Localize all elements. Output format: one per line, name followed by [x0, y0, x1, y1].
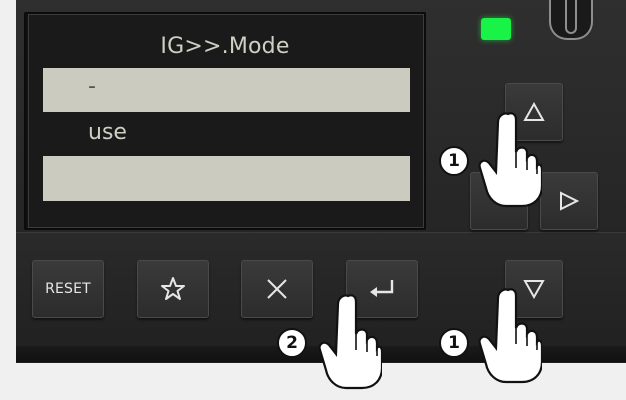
lcd-title: IG>>.Mode	[160, 34, 290, 59]
connector-knob-inner	[565, 0, 577, 34]
step-badge-up: 1	[439, 146, 469, 176]
pointing-hand-icon	[478, 288, 542, 384]
cancel-button[interactable]	[241, 260, 313, 318]
right-button[interactable]	[540, 172, 598, 230]
pointing-hand-icon	[478, 112, 542, 208]
triangle-right-icon	[560, 191, 580, 211]
status-led	[481, 18, 511, 40]
lcd-empty-row	[43, 156, 410, 201]
pointing-hand-icon	[318, 294, 382, 390]
favorite-button[interactable]	[137, 260, 209, 318]
close-icon	[267, 279, 287, 299]
option-use[interactable]: use	[88, 120, 127, 145]
step-badge-down: 1	[439, 328, 469, 358]
lcd-selected-row	[43, 68, 410, 112]
reset-label: RESET	[45, 281, 91, 297]
option-dash[interactable]: -	[88, 74, 96, 99]
star-icon	[161, 277, 185, 300]
step-badge-enter: 2	[277, 328, 307, 358]
reset-button[interactable]: RESET	[32, 260, 104, 318]
